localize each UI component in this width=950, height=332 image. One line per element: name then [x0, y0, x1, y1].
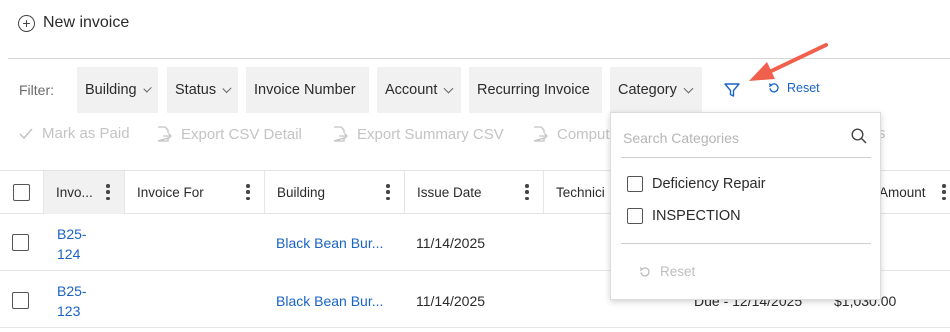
- filter-invoice-number[interactable]: Invoice Number: [246, 67, 369, 113]
- invoice-number-part: B25-: [57, 283, 87, 299]
- filter-recurring-invoice-label: Recurring Invoice: [477, 82, 590, 98]
- building-link[interactable]: Black Bean Bur...: [276, 293, 383, 309]
- invoice-number-part: 123: [57, 303, 81, 319]
- row-checkbox[interactable]: [12, 234, 29, 251]
- filter-invoice-number-label: Invoice Number: [254, 82, 356, 98]
- reset-filters-label: Reset: [787, 81, 820, 95]
- category-checkbox[interactable]: [627, 176, 643, 192]
- category-dropdown: Deficiency Repair INSPECTION Reset: [610, 112, 881, 300]
- column-invoice-label: Invo...: [56, 185, 93, 200]
- export-file-icon: [157, 126, 172, 142]
- export-file-icon: [333, 126, 348, 142]
- dropdown-divider: [621, 243, 871, 244]
- filter-status[interactable]: Status: [167, 67, 238, 113]
- category-reset-button[interactable]: Reset: [639, 264, 695, 279]
- column-building[interactable]: Building: [265, 171, 405, 214]
- reset-icon: [768, 83, 779, 93]
- reset-icon: [639, 266, 650, 277]
- export-csv-detail-button[interactable]: Export CSV Detail: [155, 125, 302, 143]
- reset-filters-button[interactable]: Reset: [768, 81, 820, 95]
- export-csv-detail-label: Export CSV Detail: [181, 125, 302, 143]
- invoice-number-link[interactable]: B25- 124: [57, 224, 87, 264]
- chevron-down-icon: [142, 84, 152, 93]
- search-icon[interactable]: [850, 127, 868, 145]
- filter-category-label: Category: [618, 82, 677, 98]
- compute-label: Comput: [557, 125, 610, 143]
- column-issue-date[interactable]: Issue Date: [405, 171, 544, 214]
- select-all-column: [0, 171, 44, 214]
- filter-account-label: Account: [385, 82, 438, 98]
- column-menu-icon[interactable]: [106, 184, 110, 200]
- search-categories-input[interactable]: [623, 127, 871, 149]
- issue-date-cell: 11/14/2025: [416, 235, 486, 251]
- chevron-down-icon: [443, 83, 454, 94]
- mark-as-paid-label: Mark as Paid: [42, 125, 130, 142]
- filter-building[interactable]: Building: [77, 67, 158, 113]
- row-checkbox[interactable]: [12, 292, 29, 309]
- column-menu-icon[interactable]: [525, 184, 529, 200]
- category-option-label: Deficiency Repair: [652, 176, 766, 192]
- category-option-inspection[interactable]: INSPECTION: [627, 208, 741, 224]
- checkmark-icon: [19, 128, 33, 139]
- export-file-icon: [533, 126, 548, 142]
- filter-building-label: Building: [85, 82, 137, 98]
- category-reset-label: Reset: [660, 264, 696, 279]
- compute-button[interactable]: Comput: [531, 125, 610, 143]
- new-invoice-label: New invoice: [43, 14, 130, 31]
- dropdown-divider: [621, 157, 871, 158]
- column-menu-icon[interactable]: [386, 184, 390, 200]
- invoice-number-part: B25-: [57, 226, 87, 242]
- funnel-icon[interactable]: [722, 80, 742, 100]
- invoice-number-link[interactable]: B25- 123: [57, 281, 87, 321]
- export-summary-csv-button[interactable]: Export Summary CSV: [331, 125, 504, 143]
- category-option-label: INSPECTION: [652, 208, 741, 224]
- header-divider: [8, 58, 950, 59]
- column-amount-label: Amount: [879, 185, 926, 200]
- filter-bar: Filter: Building Status Invoice Number A…: [0, 67, 950, 113]
- select-all-checkbox[interactable]: [13, 184, 30, 201]
- column-technician[interactable]: Technici: [544, 171, 616, 214]
- plus-circle-icon: +: [18, 14, 35, 32]
- chevron-down-icon: [683, 83, 694, 94]
- export-summary-csv-label: Export Summary CSV: [357, 125, 504, 143]
- column-invoice-for-label: Invoice For: [137, 185, 204, 200]
- column-invoice-for[interactable]: Invoice For: [125, 171, 265, 214]
- invoice-number-part: 124: [57, 246, 81, 262]
- chevron-down-icon: [222, 83, 232, 94]
- building-link[interactable]: Black Bean Bur...: [276, 235, 383, 251]
- category-checkbox[interactable]: [627, 208, 643, 224]
- column-menu-icon[interactable]: [942, 184, 946, 200]
- filter-status-label: Status: [175, 82, 217, 98]
- column-invoice[interactable]: Invo...: [44, 171, 125, 214]
- mark-as-paid-button[interactable]: Mark as Paid: [18, 125, 130, 142]
- filter-account[interactable]: Account: [377, 67, 461, 113]
- column-technician-label: Technici: [556, 185, 605, 200]
- column-menu-icon[interactable]: [246, 184, 250, 200]
- column-issue-date-label: Issue Date: [417, 185, 482, 200]
- filter-recurring-invoice[interactable]: Recurring Invoice: [469, 67, 602, 113]
- issue-date-cell: 11/14/2025: [416, 293, 486, 309]
- filter-label: Filter:: [19, 82, 54, 98]
- column-building-label: Building: [277, 185, 326, 200]
- new-invoice-button[interactable]: + New invoice: [18, 14, 129, 32]
- category-option-deficiency-repair[interactable]: Deficiency Repair: [627, 176, 766, 192]
- filter-category[interactable]: Category: [610, 67, 702, 113]
